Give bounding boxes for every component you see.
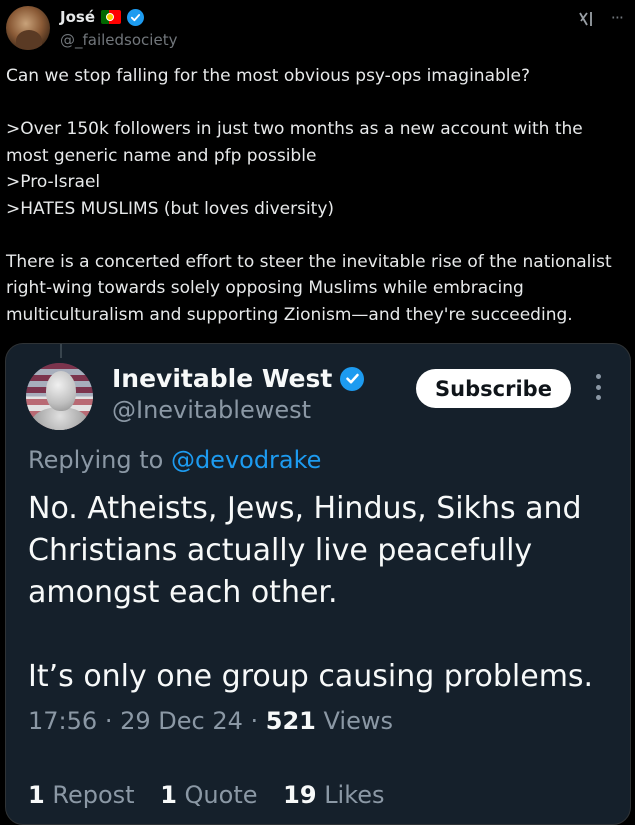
post-paragraph: >Pro-Israel <box>6 172 101 192</box>
grok-icon[interactable] <box>577 10 595 28</box>
more-icon[interactable]: ··· <box>611 8 624 27</box>
avatar-statue-head <box>46 371 76 411</box>
post-time[interactable]: 17:56 <box>28 707 97 735</box>
author-handle[interactable]: @_failedsociety <box>60 31 177 49</box>
avatar[interactable] <box>6 6 50 50</box>
reposts-count: 1 <box>28 781 45 809</box>
verified-badge-icon[interactable] <box>127 8 144 26</box>
dot <box>595 374 601 379</box>
quoted-meta: 17:56 · 29 Dec 24 · 521 Views <box>28 707 393 735</box>
separator: · <box>250 707 266 735</box>
dot <box>595 384 601 390</box>
verified-badge-icon[interactable] <box>340 366 365 391</box>
thread-line <box>60 344 62 358</box>
separator: · <box>104 707 121 735</box>
quoted-post-card[interactable]: Inevitable West @Inevitablewest Subscrib… <box>5 343 631 825</box>
replying-prefix: Replying to <box>28 446 171 474</box>
reposts-label: Repost <box>52 781 135 809</box>
quoted-stats: 1 Repost 1 Quote 19 Likes <box>28 781 403 809</box>
likes-count: 19 <box>283 781 317 809</box>
portugal-flag-icon <box>101 10 121 24</box>
views-label: Views <box>323 707 393 735</box>
post-paragraph: There is a concerted effort to steer the… <box>6 251 612 325</box>
subscribe-button[interactable]: Subscribe <box>416 369 571 408</box>
quoted-paragraph: It’s only one group causing problems. <box>28 659 594 694</box>
post-text: Can we stop falling for the most obvious… <box>6 63 629 328</box>
post-header: José @_failedsociety ··· <box>6 4 629 54</box>
quoted-paragraph: No. Atheists, Jews, Hindus, Sikhs and Ch… <box>28 491 582 610</box>
post-paragraph: Can we stop falling for the most obvious… <box>6 66 530 86</box>
author-display-name[interactable]: José <box>60 8 95 26</box>
quoted-display-name[interactable]: Inevitable West <box>112 364 332 393</box>
quotes-label: Quote <box>184 781 258 809</box>
quoted-avatar[interactable] <box>26 363 93 430</box>
reposts-stat[interactable]: 1 Repost <box>28 781 135 809</box>
dot <box>595 395 601 400</box>
views-count: 521 <box>265 707 316 735</box>
replying-mention-link[interactable]: @devodrake <box>171 446 322 474</box>
quoted-name-row: Inevitable West <box>112 364 365 393</box>
likes-label: Likes <box>324 781 385 809</box>
author-name-row: José <box>60 8 144 26</box>
more-vertical-icon[interactable] <box>594 374 602 400</box>
post-paragraph: >Over 150k followers in just two months … <box>6 119 583 166</box>
quoted-body: No. Atheists, Jews, Hindus, Sikhs and Ch… <box>28 488 613 698</box>
quotes-count: 1 <box>160 781 177 809</box>
quotes-stat[interactable]: 1 Quote <box>160 781 257 809</box>
post-date[interactable]: 29 Dec 24 <box>120 707 243 735</box>
likes-stat[interactable]: 19 Likes <box>283 781 384 809</box>
post-paragraph: >HATES MUSLIMS (but loves diversity) <box>6 198 335 219</box>
quoted-handle[interactable]: @Inevitablewest <box>112 396 311 424</box>
replying-to: Replying to @devodrake <box>28 446 321 474</box>
